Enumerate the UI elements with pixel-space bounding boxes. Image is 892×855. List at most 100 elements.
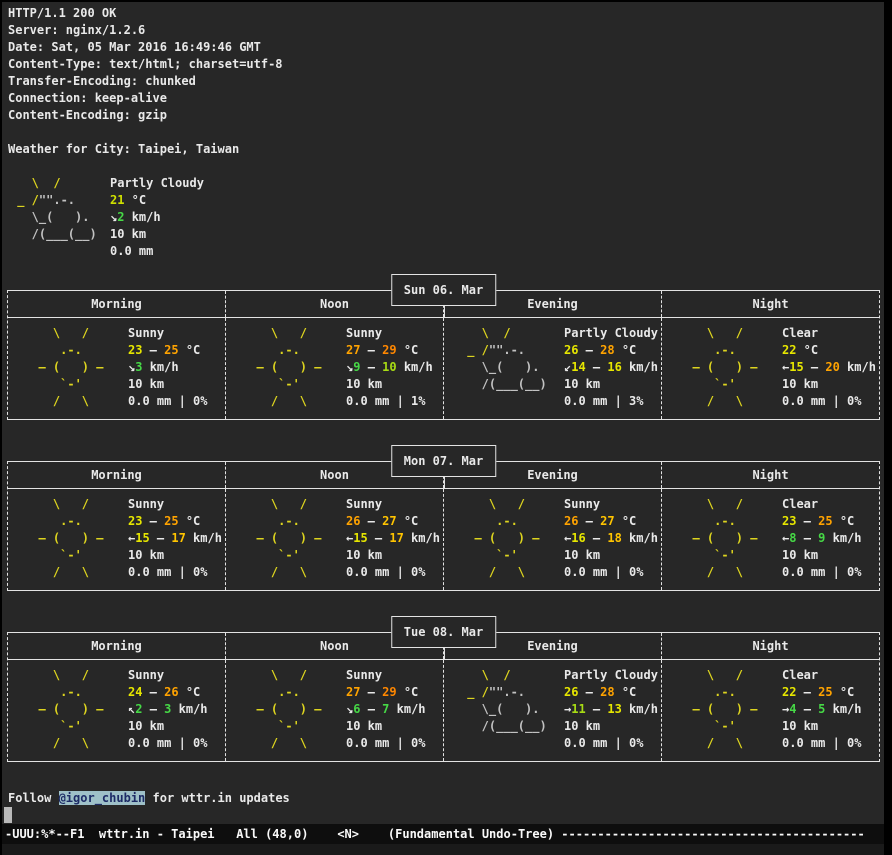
weather-art: \ / .-. – ( ) – `-' / \ (226, 325, 336, 410)
text-piece: 10 km (782, 719, 818, 733)
cursor-line (4, 807, 884, 824)
text-piece: °C (615, 343, 637, 357)
text-piece: – ( ) – (678, 531, 757, 545)
blank-line (2, 124, 884, 141)
ascii-art-line: \ / (24, 667, 118, 684)
info-line: 0.0 mm | 0% (346, 564, 440, 581)
ascii-art-line: \ / (242, 667, 336, 684)
text-piece: / \ (678, 736, 743, 750)
info-line: 10 km (782, 547, 862, 564)
info-line: 10 km (128, 376, 207, 393)
ascii-art-line: \ / (460, 667, 554, 684)
text-piece: Sunny (128, 668, 164, 682)
twitter-handle[interactable]: @igor_chubin (59, 791, 146, 805)
text-piece: 26 (346, 514, 360, 528)
http-header-line: Connection: keep-alive (8, 90, 884, 107)
text-piece: °C (833, 514, 855, 528)
text-piece: 28 (600, 685, 614, 699)
period-header: Morning (8, 633, 225, 659)
weather-info: Sunny27 – 29 °C↘9 – 10 km/h10 km0.0 mm |… (346, 325, 433, 410)
weather-art: \ / .-. – ( ) – `-' / \ (8, 325, 118, 410)
text-piece: `-' (678, 719, 736, 733)
text-piece: _ / (460, 343, 489, 357)
ascii-art-line: / \ (242, 393, 336, 410)
text-piece: `-' (24, 719, 82, 733)
text-piece: \ / (24, 326, 89, 340)
weather-info: Sunny26 – 27 °C←16 – 18 km/h10 km0.0 mm … (564, 496, 658, 581)
ascii-art-line: /(___(__) (10, 226, 110, 243)
date-box-tick (444, 477, 445, 489)
weather-info: Clear22 – 25 °C→4 – 5 km/h10 km0.0 mm | … (782, 667, 862, 752)
ascii-art-line: \ / (678, 667, 772, 684)
text-piece: °C (124, 193, 146, 207)
text-piece: Partly Cloudy (110, 176, 204, 190)
text-piece: Sunny (128, 497, 164, 511)
text-piece: / \ (678, 565, 743, 579)
text-piece: – ( ) – (24, 531, 103, 545)
info-line: 0.0 mm | 3% (564, 393, 658, 410)
text-piece: 0.0 mm | 0% (346, 736, 425, 750)
text-piece: °C (833, 685, 855, 699)
text-piece: 10 km (128, 377, 164, 391)
text-piece: 22 (782, 685, 796, 699)
ascii-art-line: \ / (242, 496, 336, 513)
follow-line: Follow @igor_chubin for wttr.in updates (8, 790, 884, 807)
text-piece: 26 (564, 685, 578, 699)
ascii-art-line: _ /"".-. (460, 684, 554, 701)
text-piece: °C (179, 514, 201, 528)
ascii-art-line: – ( ) – (24, 530, 118, 547)
text-piece: 10 km (564, 548, 600, 562)
forecast-cell: \ / .-. – ( ) – `-' / \Sunny23 – 25 °C↘3… (8, 318, 225, 419)
forecast-cell: \ / .-. – ( ) – `-' / \Clear22 – 25 °C→4… (661, 660, 879, 761)
weather-art: \ / .-. – ( ) – `-' / \ (662, 496, 772, 581)
text-piece: °C (796, 343, 818, 357)
text-piece: °C (397, 343, 419, 357)
current-info: Partly Cloudy21 °C↘2 km/h10 km0.0 mm (110, 175, 204, 260)
ascii-art-line: \_( ). (460, 359, 554, 376)
info-line: 23 – 25 °C (782, 513, 862, 530)
info-line: 0.0 mm | 0% (564, 564, 658, 581)
text-piece: 29 (382, 343, 396, 357)
text-piece: \ / (460, 668, 511, 682)
echo-area (2, 844, 884, 855)
text-piece: 0.0 mm | 0% (782, 394, 861, 408)
text-piece: 0.0 mm | 0% (128, 736, 207, 750)
text-piece: 23 (128, 514, 142, 528)
info-line: Partly Cloudy (110, 175, 204, 192)
text-piece: – (142, 685, 164, 699)
info-line: Clear (782, 496, 862, 513)
text-piece: – ( ) – (242, 531, 321, 545)
text-piece: 21 (110, 193, 124, 207)
period-header: Night (661, 291, 879, 317)
forecast-cell: \ / .-. – ( ) – `-' / \Sunny27 – 29 °C↘6… (225, 660, 443, 761)
info-line: Sunny (346, 496, 440, 513)
text-piece: 10 km (128, 719, 164, 733)
http-header-line: Transfer-Encoding: chunked (8, 73, 884, 90)
text-piece: \ / (678, 326, 743, 340)
text-piece: 10 km (564, 377, 600, 391)
forecast-cell: \ / .-. – ( ) – `-' / \Sunny27 – 29 °C↘9… (225, 318, 443, 419)
info-line: 26 – 28 °C (564, 342, 658, 359)
ascii-art-line: / \ (242, 735, 336, 752)
text-piece: – (578, 343, 600, 357)
weather-info: Sunny23 – 25 °C↘3 km/h10 km0.0 mm | 0% (128, 325, 207, 410)
text-piece: \_( ). (460, 360, 539, 374)
text-piece: 15 (135, 531, 149, 545)
text-piece: 0.0 mm | 0% (128, 394, 207, 408)
info-line: Sunny (128, 325, 207, 342)
text-piece: .-. (460, 514, 518, 528)
info-line: 10 km (346, 547, 440, 564)
text-piece: \ / (242, 326, 307, 340)
info-line: Clear (782, 325, 876, 342)
forecast-day-table: Tue 08. MarMorningNoonEveningNight \ / .… (7, 632, 880, 762)
text-piece: – ( ) – (242, 360, 321, 374)
text-piece: Sunny (128, 326, 164, 340)
ascii-art-line: `-' (242, 376, 336, 393)
info-line: ←16 – 18 km/h (564, 530, 658, 547)
ascii-art-line: /(___(__) (460, 718, 554, 735)
text-piece: 14 (571, 360, 585, 374)
text-piece: .-. (242, 514, 300, 528)
period-header: Night (661, 462, 879, 488)
date-box-tick (444, 648, 445, 660)
info-line: 10 km (128, 547, 222, 564)
